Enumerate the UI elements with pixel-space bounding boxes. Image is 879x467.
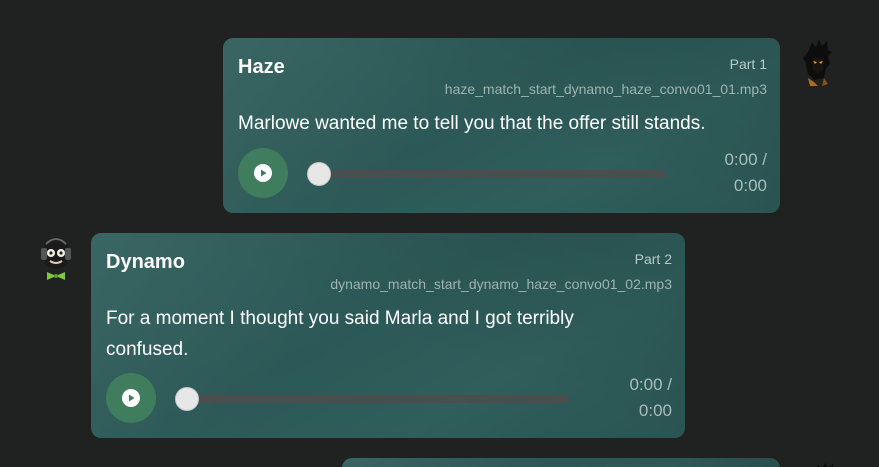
message-text-line-1: For a moment I thought you said Marla an… bbox=[106, 308, 574, 329]
current-time: 0:00 / bbox=[629, 375, 672, 394]
speaker-name: Haze bbox=[238, 56, 285, 78]
audio-filename: dynamo_match_start_dynamo_haze_convo01_0… bbox=[330, 276, 672, 292]
audio-progress-thumb[interactable] bbox=[176, 388, 198, 410]
audio-progress-thumb[interactable] bbox=[308, 163, 330, 185]
message-text: Marlowe wanted me to tell you that the o… bbox=[238, 113, 706, 134]
audio-filename: haze_match_start_dynamo_haze_convo01_01.… bbox=[444, 81, 767, 97]
message-text-line-2: confused. bbox=[106, 339, 189, 360]
part-label: Part 2 bbox=[634, 251, 672, 267]
play-button[interactable] bbox=[106, 373, 156, 423]
audio-time: 0:00 / 0:00 bbox=[629, 372, 672, 424]
audio-progress-track[interactable] bbox=[311, 170, 666, 178]
part-label: Part 1 bbox=[729, 56, 767, 72]
message-bubble-dynamo: Dynamo Part 2 dynamo_match_start_dynamo_… bbox=[91, 233, 685, 438]
play-button[interactable] bbox=[238, 148, 288, 198]
audio-time: 0:00 / 0:00 bbox=[724, 147, 767, 199]
duration: 0:00 bbox=[638, 401, 672, 420]
play-icon bbox=[254, 164, 272, 182]
audio-progress-track[interactable] bbox=[179, 395, 569, 403]
duration: 0:00 bbox=[733, 176, 767, 195]
haze-avatar bbox=[800, 38, 836, 86]
message-bubble-next bbox=[342, 458, 780, 467]
play-icon bbox=[122, 389, 140, 407]
message-bubble-haze: Haze Part 1 haze_match_start_dynamo_haze… bbox=[223, 38, 780, 213]
next-avatar bbox=[806, 458, 842, 467]
speaker-name: Dynamo bbox=[106, 251, 185, 273]
chat-log: Haze Part 1 haze_match_start_dynamo_haze… bbox=[0, 0, 879, 467]
dynamo-avatar bbox=[38, 234, 74, 282]
current-time: 0:00 / bbox=[724, 150, 767, 169]
